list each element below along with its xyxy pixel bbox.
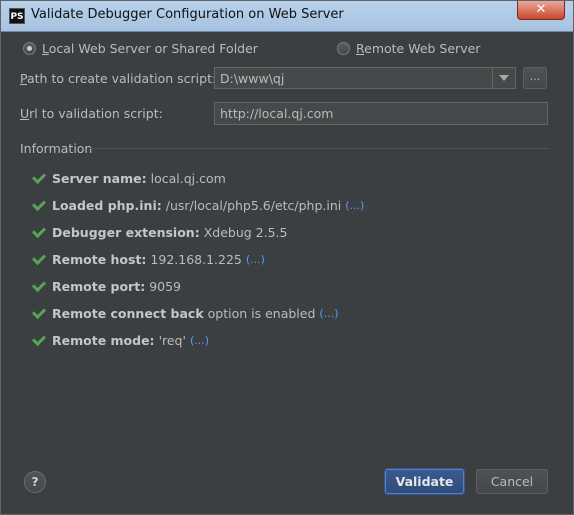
title-bar[interactable]: PS Validate Debugger Configuration on We… xyxy=(1,1,573,32)
info-label: Remote port: xyxy=(52,279,146,294)
info-row-remote-host: Remote host: 192.168.1.225 (...) xyxy=(31,250,265,267)
details-link[interactable]: (...) xyxy=(246,253,265,266)
check-icon xyxy=(31,277,47,292)
information-section-title: Information xyxy=(20,141,93,156)
url-label: Url to validation script: xyxy=(20,106,163,121)
help-button[interactable]: ? xyxy=(24,471,46,493)
details-link[interactable]: (...) xyxy=(319,307,338,320)
details-link[interactable]: (...) xyxy=(190,334,209,347)
check-icon xyxy=(31,223,47,238)
info-value: 192.168.1.225 xyxy=(150,252,242,267)
remote-server-radio[interactable]: Remote Web Server xyxy=(337,41,480,56)
path-combobox[interactable]: D:\www\qj xyxy=(214,67,516,89)
info-value: 9059 xyxy=(149,279,182,294)
info-row-server-name: Server name: local.qj.com xyxy=(31,169,226,186)
validate-button[interactable]: Validate xyxy=(385,469,464,494)
path-label: Path to create validation script: xyxy=(20,71,217,86)
info-row-remote-mode: Remote mode: 'req' (...) xyxy=(31,331,209,348)
info-row-debugger-extension: Debugger extension: Xdebug 2.5.5 xyxy=(31,223,288,240)
info-label: Debugger extension: xyxy=(52,225,200,240)
info-label: Server name: xyxy=(52,171,147,186)
info-value: Xdebug 2.5.5 xyxy=(203,225,288,240)
info-label: Remote connect back xyxy=(52,306,204,321)
cancel-button[interactable]: Cancel xyxy=(476,469,548,494)
info-value: /usr/local/php5.6/etc/php.ini xyxy=(165,198,342,213)
path-value: D:\www\qj xyxy=(220,71,285,86)
check-icon xyxy=(31,169,47,184)
info-label: Remote host: xyxy=(52,252,147,267)
check-icon xyxy=(31,331,47,346)
local-server-radio[interactable]: Local Web Server or Shared Folder xyxy=(23,41,258,56)
browse-button[interactable]: ... xyxy=(523,67,547,89)
info-label: Loaded php.ini: xyxy=(52,198,162,213)
info-value: 'req' xyxy=(158,333,186,348)
check-icon xyxy=(31,250,47,265)
info-row-loaded-php-ini: Loaded php.ini: /usr/local/php5.6/etc/ph… xyxy=(31,196,364,213)
local-server-label: Local Web Server or Shared Folder xyxy=(42,41,258,56)
phpstorm-app-icon: PS xyxy=(9,8,25,24)
info-row-remote-connect-back: Remote connect back option is enabled (.… xyxy=(31,304,338,321)
radio-unselected-icon xyxy=(337,42,350,55)
close-button[interactable]: ✕ xyxy=(517,1,565,20)
window-title: Validate Debugger Configuration on Web S… xyxy=(31,7,344,22)
chevron-down-icon[interactable] xyxy=(492,68,515,88)
validate-debugger-dialog: PS Validate Debugger Configuration on We… xyxy=(0,0,574,515)
info-label: Remote mode: xyxy=(52,333,155,348)
url-input[interactable]: http://local.qj.com xyxy=(214,102,548,125)
info-value: option is enabled xyxy=(207,306,316,321)
radio-selected-icon xyxy=(23,42,36,55)
check-icon xyxy=(31,304,47,319)
info-row-remote-port: Remote port: 9059 xyxy=(31,277,182,294)
server-mode-group: Local Web Server or Shared Folder Remote… xyxy=(1,41,573,59)
section-divider xyxy=(89,148,549,149)
check-icon xyxy=(31,196,47,211)
remote-server-label: Remote Web Server xyxy=(356,41,481,56)
info-value: local.qj.com xyxy=(150,171,226,186)
details-link[interactable]: (...) xyxy=(345,199,364,212)
